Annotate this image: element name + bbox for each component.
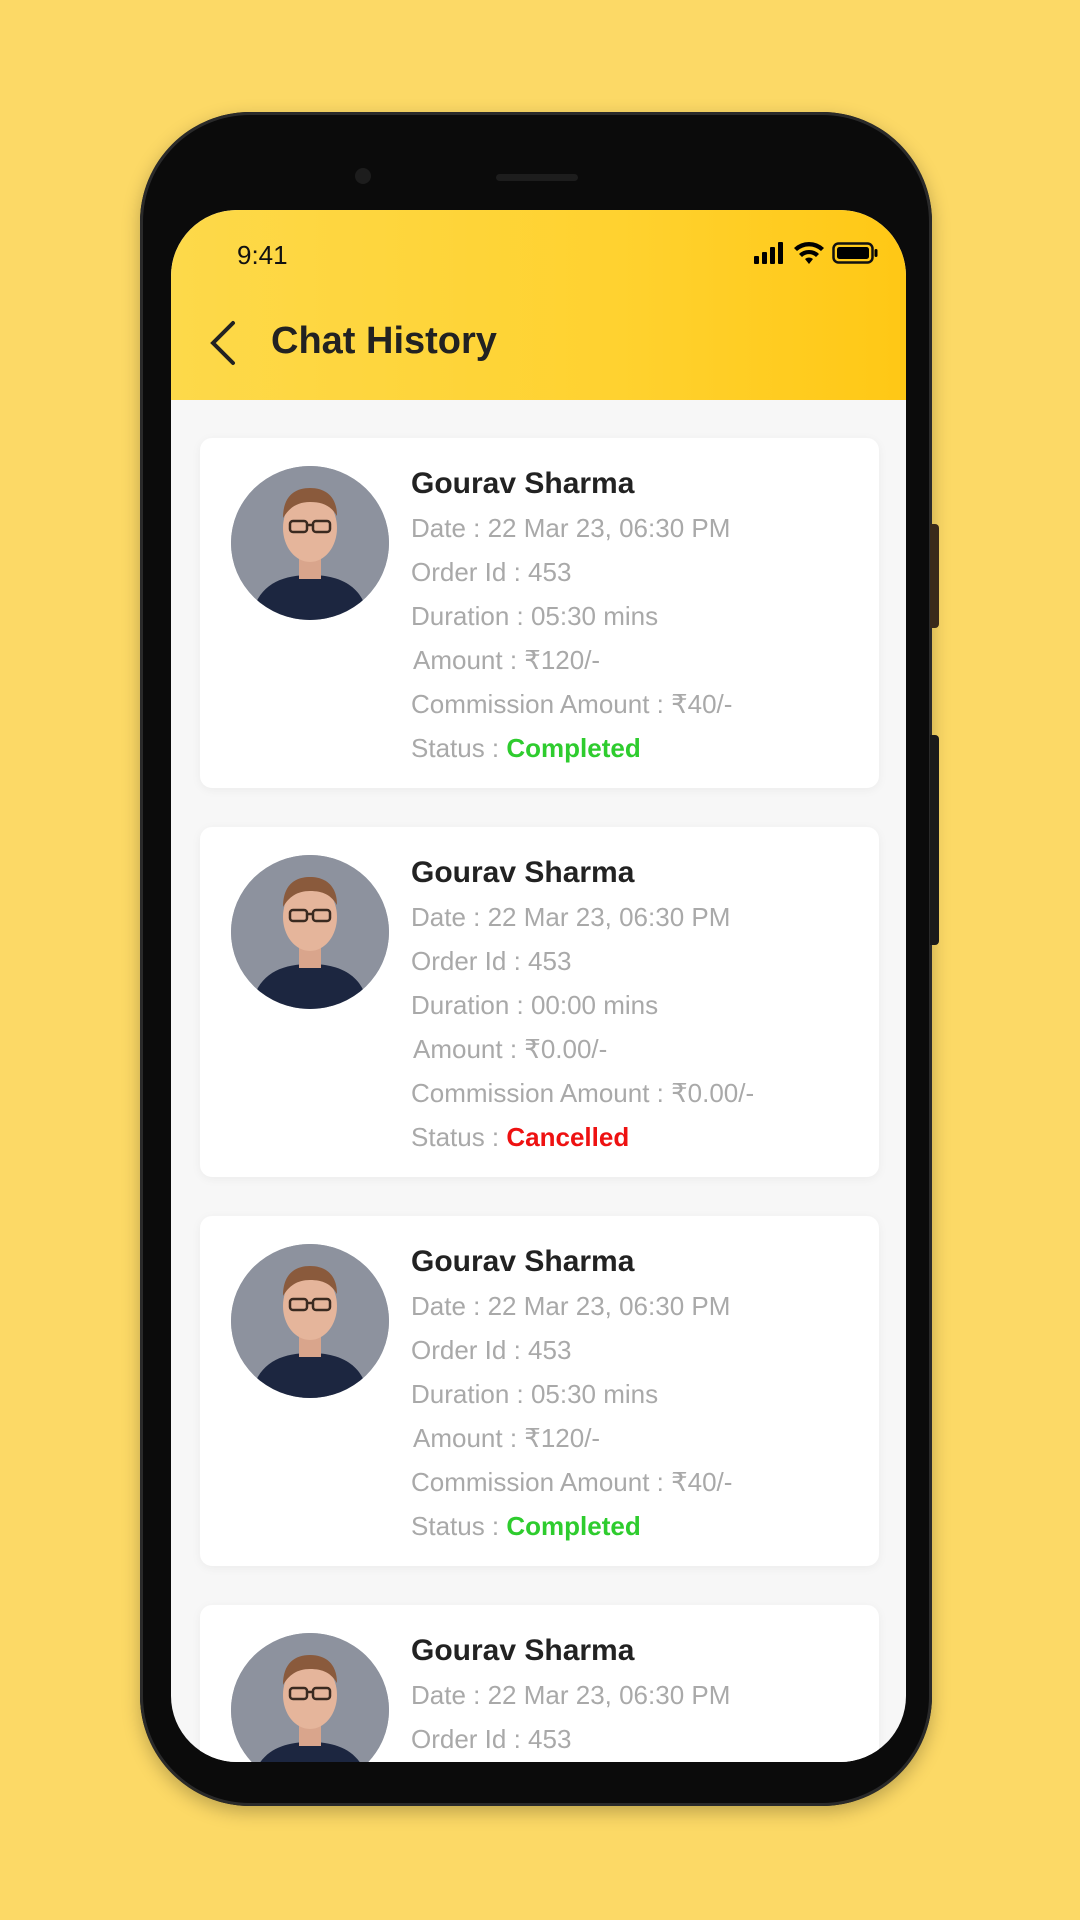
chat-history-list[interactable]: Gourav Sharma Date : 22 Mar 23, 06:30 PM O… bbox=[200, 438, 879, 1762]
chat-date: Date : 22 Mar 23, 06:30 PM bbox=[411, 513, 731, 543]
customer-name: Gourav Sharma bbox=[411, 1245, 635, 1278]
avatar bbox=[231, 1244, 389, 1398]
order-id: Order Id : 453 bbox=[411, 946, 572, 976]
person-photo bbox=[231, 855, 389, 1009]
volume-button bbox=[930, 524, 939, 628]
chat-date: Date : 22 Mar 23, 06:30 PM bbox=[411, 1291, 731, 1321]
chat-duration: Duration : 05:30 mins bbox=[411, 601, 659, 631]
avatar bbox=[231, 855, 389, 1009]
status-badge: Completed bbox=[506, 733, 641, 763]
commission-amount: Commission Amount : ₹40/- bbox=[411, 1467, 733, 1497]
avatar bbox=[231, 466, 389, 620]
status-label: Status : bbox=[411, 733, 507, 763]
app-screen: 9:41 Chat History Gourav Sharma Date : 22… bbox=[171, 210, 906, 1762]
wifi-icon bbox=[794, 242, 824, 264]
status-time: 9:41 bbox=[237, 240, 288, 270]
person-photo bbox=[231, 1633, 389, 1762]
customer-name: Gourav Sharma bbox=[411, 1634, 635, 1667]
history-card[interactable]: Gourav Sharma Date : 22 Mar 23, 06:30 PM O… bbox=[200, 827, 879, 1177]
person-photo bbox=[231, 466, 389, 620]
card-info: Gourav Sharma Date : 22 Mar 23, 06:30 PM O… bbox=[411, 851, 754, 1159]
order-id: Order Id : 453 bbox=[411, 1335, 572, 1365]
status-label: Status : bbox=[411, 1122, 507, 1152]
card-info: Gourav Sharma Date : 22 Mar 23, 06:30 PM O… bbox=[411, 1240, 732, 1548]
commission-amount: Commission Amount : ₹40/- bbox=[411, 689, 733, 719]
chat-status: Status : Completed bbox=[411, 1504, 732, 1548]
chat-duration: Duration : 05:30 mins bbox=[411, 1379, 659, 1409]
page-title: Chat History bbox=[271, 320, 497, 362]
order-id: Order Id : 453 bbox=[411, 557, 572, 587]
battery-icon bbox=[832, 242, 878, 264]
status-badge: Cancelled bbox=[506, 1122, 630, 1152]
history-card[interactable]: Gourav Sharma Date : 22 Mar 23, 06:30 PM O… bbox=[200, 1605, 879, 1762]
chat-amount: Amount : ₹0.00/- bbox=[413, 1034, 608, 1064]
chat-status: Status : Cancelled bbox=[411, 1115, 754, 1159]
person-photo bbox=[231, 1244, 389, 1398]
chat-date: Date : 22 Mar 23, 06:30 PM bbox=[411, 902, 731, 932]
status-icons bbox=[754, 242, 878, 264]
signal-icon bbox=[754, 242, 783, 264]
chat-amount: Amount : ₹120/- bbox=[413, 1423, 601, 1453]
chat-date: Date : 22 Mar 23, 06:30 PM bbox=[411, 1680, 731, 1710]
history-card[interactable]: Gourav Sharma Date : 22 Mar 23, 06:30 PM O… bbox=[200, 438, 879, 788]
chevron-left-icon[interactable] bbox=[207, 320, 237, 366]
history-card[interactable]: Gourav Sharma Date : 22 Mar 23, 06:30 PM O… bbox=[200, 1216, 879, 1566]
front-camera bbox=[355, 168, 371, 184]
chat-duration: Duration : 00:00 mins bbox=[411, 990, 659, 1020]
app-header: 9:41 Chat History bbox=[171, 210, 906, 400]
commission-amount: Commission Amount : ₹0.00/- bbox=[411, 1078, 755, 1108]
speaker-grille bbox=[496, 174, 578, 181]
order-id: Order Id : 453 bbox=[411, 1724, 572, 1754]
power-button bbox=[930, 735, 939, 945]
avatar bbox=[231, 1633, 389, 1762]
chat-status: Status : Completed bbox=[411, 726, 732, 770]
card-info: Gourav Sharma Date : 22 Mar 23, 06:30 PM O… bbox=[411, 462, 732, 770]
status-label: Status : bbox=[411, 1511, 507, 1541]
customer-name: Gourav Sharma bbox=[411, 467, 635, 500]
status-badge: Completed bbox=[506, 1511, 641, 1541]
customer-name: Gourav Sharma bbox=[411, 856, 635, 889]
card-info: Gourav Sharma Date : 22 Mar 23, 06:30 PM O… bbox=[411, 1629, 730, 1761]
chat-amount: Amount : ₹120/- bbox=[413, 645, 601, 675]
